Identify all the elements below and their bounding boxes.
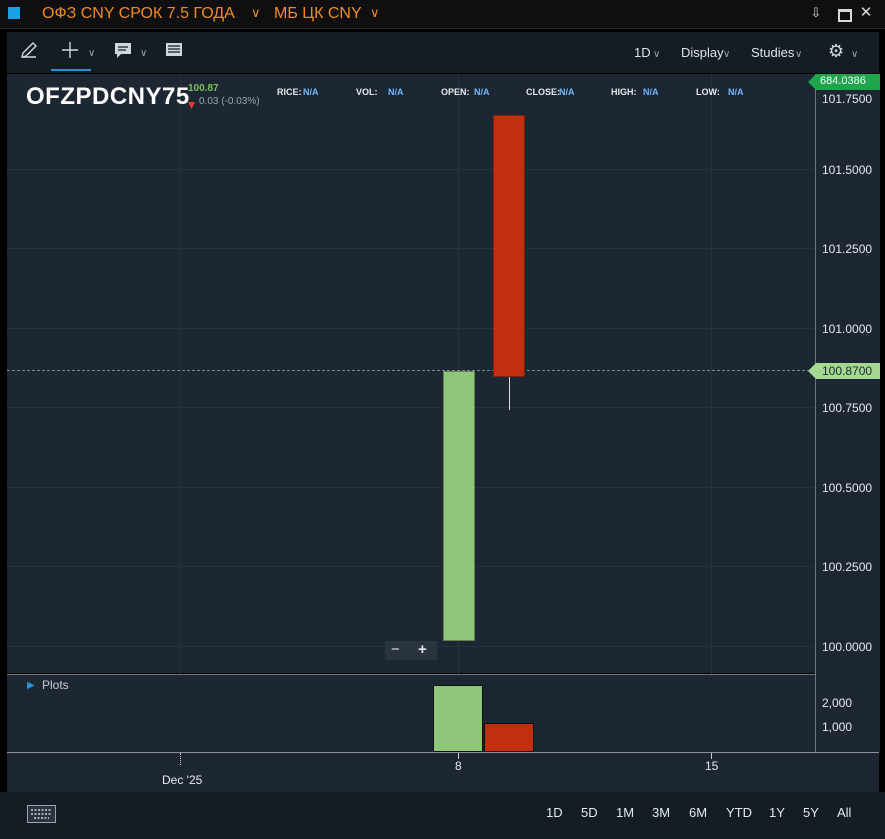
- download-icon[interactable]: ⇩: [807, 5, 825, 21]
- x-tick-label: 15: [705, 759, 719, 773]
- range-button-6m[interactable]: 6M: [689, 805, 707, 820]
- studies-button[interactable]: Studies: [751, 45, 794, 60]
- interval-button[interactable]: 1D: [634, 45, 651, 60]
- x-tick-mark: [180, 753, 181, 765]
- y-tick-label: 100.0000: [822, 640, 873, 654]
- volume-bars-layer: [7, 675, 815, 752]
- volume-tick-label: 1,000: [822, 720, 853, 734]
- range-button-1m[interactable]: 1M: [616, 805, 634, 820]
- range-button-3m[interactable]: 3M: [652, 805, 670, 820]
- range-button-ytd[interactable]: YTD: [726, 805, 752, 820]
- range-button-5y[interactable]: 5Y: [803, 805, 819, 820]
- close-icon[interactable]: ✕: [857, 3, 875, 21]
- studies-chevron-icon[interactable]: ∨: [795, 49, 802, 60]
- price-chart[interactable]: OFZPDCNY75 100.87 0.03 (-0.03%) RICE: N/…: [7, 74, 815, 752]
- chart-toolbar: ∨ ∨ 1D ∨ Display ∨ Studies ∨ ⚙ ∨: [7, 32, 879, 73]
- volume-tick-label: 2,000: [822, 696, 853, 710]
- comment-icon[interactable]: [114, 41, 132, 64]
- display-chevron-icon[interactable]: ∨: [723, 49, 730, 60]
- top-price-marker: 684.0386: [808, 74, 880, 90]
- zoom-controls: − +: [385, 641, 437, 660]
- display-button[interactable]: Display: [681, 45, 724, 60]
- y-tick-label: 101.0000: [822, 322, 873, 336]
- candle-body[interactable]: [443, 370, 475, 642]
- title-bar: ОФЗ CNY СРОК 7.5 ГОДА ∨ МБ ЦК CNY ∨ ⇩ ✕: [0, 0, 885, 29]
- x-tick-label: 8: [455, 759, 462, 773]
- y-tick-label: 101.2500: [822, 242, 873, 256]
- crosshair-icon[interactable]: [60, 40, 80, 65]
- exchange-title[interactable]: МБ ЦК CNY: [274, 5, 362, 23]
- zoom-out-button[interactable]: −: [391, 641, 400, 658]
- pencil-icon[interactable]: [19, 40, 39, 65]
- range-button-1d[interactable]: 1D: [546, 805, 563, 820]
- settings-chevron-icon[interactable]: ∨: [851, 49, 858, 60]
- candles-layer: [7, 74, 815, 673]
- volume-bar[interactable]: [433, 684, 483, 752]
- y-tick-label: 101.7500: [822, 92, 873, 106]
- current-price-label: 100.8700: [822, 364, 873, 378]
- volume-panel[interactable]: ▶ Plots: [7, 674, 815, 752]
- range-button-1y[interactable]: 1Y: [769, 805, 785, 820]
- y-tick-label: 100.5000: [822, 481, 873, 495]
- footer-bar: [0, 792, 885, 839]
- current-price-marker: 100.8700: [808, 363, 880, 379]
- range-button-5d[interactable]: 5D: [581, 805, 598, 820]
- candle-body[interactable]: [493, 115, 525, 377]
- exchange-dropdown-chevron-icon[interactable]: ∨: [370, 5, 380, 21]
- y-tick-label: 101.5000: [822, 163, 873, 177]
- instrument-title[interactable]: ОФЗ CNY СРОК 7.5 ГОДА: [42, 5, 235, 23]
- price-axis[interactable]: 684.0386 101.7500 101.5000 101.2500 101.…: [808, 74, 880, 752]
- y-tick-label: 100.2500: [822, 560, 873, 574]
- time-axis[interactable]: Dec '25 8 15: [7, 752, 879, 793]
- minimize-icon[interactable]: [838, 9, 852, 22]
- keyboard-icon[interactable]: [27, 805, 56, 823]
- y-tick-label: 100.7500: [822, 401, 873, 415]
- volume-bar[interactable]: [484, 723, 534, 752]
- interval-chevron-icon[interactable]: ∨: [653, 49, 660, 60]
- crosshair-chevron-icon[interactable]: ∨: [88, 48, 95, 59]
- zoom-in-button[interactable]: +: [418, 641, 427, 658]
- window-color-icon[interactable]: [8, 7, 20, 19]
- range-button-all[interactable]: All: [837, 805, 851, 820]
- gear-icon[interactable]: ⚙: [828, 41, 844, 62]
- instrument-dropdown-chevron-icon[interactable]: ∨: [251, 5, 261, 21]
- x-tick-label: Dec '25: [162, 773, 203, 787]
- active-tool-indicator: [51, 69, 91, 71]
- table-icon[interactable]: [165, 41, 183, 64]
- comment-chevron-icon[interactable]: ∨: [140, 48, 147, 59]
- top-price-label: 684.0386: [820, 75, 866, 87]
